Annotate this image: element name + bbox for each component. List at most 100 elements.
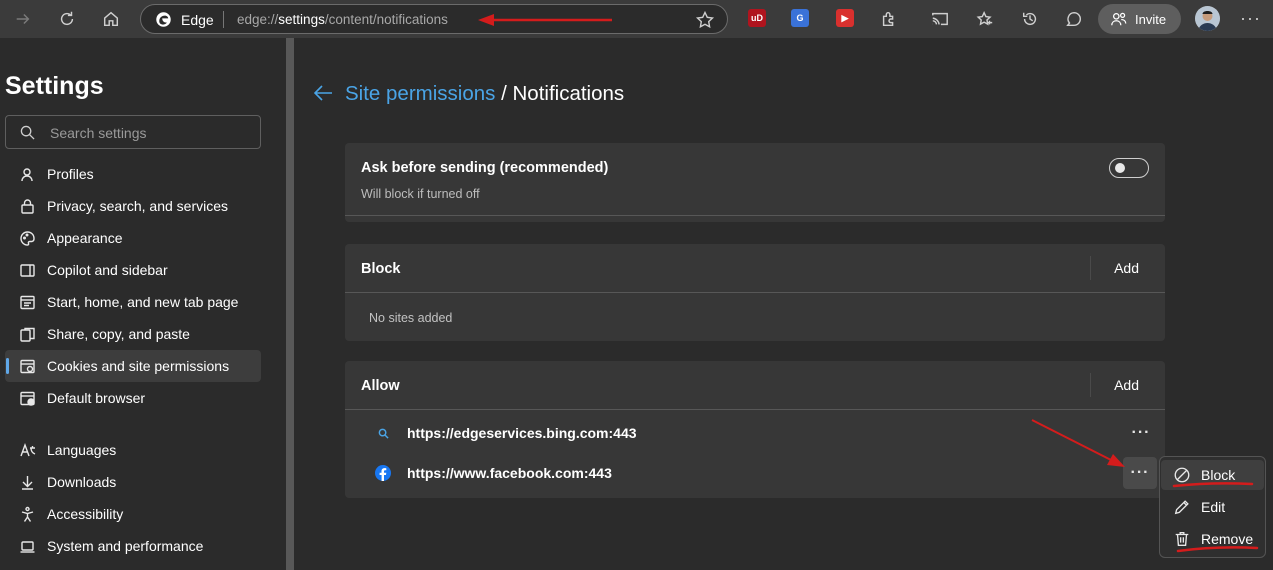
sidebar-item-label: Languages <box>47 442 117 458</box>
ask-before-sending-card: Ask before sending (recommended) Will bl… <box>345 143 1165 222</box>
sidebar-item-appearance[interactable]: Appearance <box>5 222 261 254</box>
ublock-extension-icon[interactable]: uD <box>748 9 766 27</box>
home-icon <box>103 11 119 27</box>
card-divider <box>345 292 1165 293</box>
settings-more-icon[interactable]: ··· <box>1240 8 1261 29</box>
url-host: settings <box>278 12 325 27</box>
sidebar-item-languages[interactable]: Languages <box>5 434 261 466</box>
breadcrumb-separator: / <box>495 82 513 105</box>
home-page-icon <box>20 295 35 309</box>
favorites-button[interactable] <box>970 4 1000 34</box>
add-separator <box>1090 256 1091 280</box>
favorite-star-icon[interactable] <box>695 10 715 30</box>
url-path: /content/notifications <box>324 12 448 27</box>
menu-item-edit[interactable]: Edit <box>1161 492 1264 522</box>
page-title: Settings <box>5 72 104 100</box>
sidebar-item-default-browser[interactable]: Default browser <box>5 382 261 414</box>
search-icon <box>20 125 35 140</box>
sidebar-item-label: System and performance <box>47 538 204 554</box>
site-more-button[interactable]: ··· <box>1125 420 1157 446</box>
ask-before-sending-toggle[interactable] <box>1109 158 1149 178</box>
sidebar-item-accessibility[interactable]: Accessibility <box>5 498 261 530</box>
sidebar-item-label: Downloads <box>47 474 117 490</box>
cookies-icon <box>20 359 35 373</box>
avatar-photo-icon <box>1195 6 1220 31</box>
forward-arrow-icon <box>16 13 30 25</box>
sidebar-item-start-home-and-new-tab-page[interactable]: Start, home, and new tab page <box>5 286 261 318</box>
breadcrumb-current: Notifications <box>512 82 625 105</box>
avatar[interactable] <box>1195 6 1220 31</box>
sidebar-item-cookies-and-site-permissions[interactable]: Cookies and site permissions <box>5 350 261 382</box>
block-card: Block Add No sites added <box>345 244 1165 341</box>
sidebar-item-label: Profiles <box>47 166 94 182</box>
laptop-icon <box>20 540 35 553</box>
allowed-site-row: https://edgeservices.bing.com:443 <box>375 425 637 441</box>
forward-button[interactable] <box>8 4 38 34</box>
back-arrow-icon[interactable] <box>313 84 333 102</box>
breadcrumb-site-permissions-link[interactable]: Site permissions <box>345 82 495 105</box>
card-divider <box>345 409 1165 410</box>
profile-icon <box>21 167 33 181</box>
edge-label: Edge <box>181 12 214 28</box>
history-button[interactable] <box>1015 4 1045 34</box>
site-url: https://www.facebook.com:443 <box>407 465 612 481</box>
edge-logo-icon <box>156 12 171 27</box>
menu-item-label: Edit <box>1201 499 1226 515</box>
search-input[interactable] <box>50 123 250 143</box>
search-box[interactable] <box>5 115 261 149</box>
sidebar-item-downloads[interactable]: Downloads <box>5 466 261 498</box>
menu-item-remove[interactable]: Remove <box>1161 524 1264 554</box>
sidebar-item-profiles[interactable]: Profiles <box>5 158 261 190</box>
add-separator <box>1090 373 1091 397</box>
palette-icon <box>20 230 35 246</box>
pencil-icon <box>1174 500 1189 515</box>
block-empty-text: No sites added <box>369 311 453 325</box>
sidebar-item-copilot-and-sidebar[interactable]: Copilot and sidebar <box>5 254 261 286</box>
puzzle-icon <box>882 12 894 27</box>
cast-button[interactable] <box>925 4 955 34</box>
allow-add-button[interactable]: Add <box>1114 377 1139 393</box>
sidebar-item-label: Share, copy, and paste <box>47 326 190 342</box>
trash-icon <box>1175 532 1189 546</box>
card-divider <box>345 215 1165 216</box>
menu-item-label: Block <box>1201 467 1236 483</box>
block-icon <box>1174 467 1190 483</box>
sidebar-item-privacy-search-and-services[interactable]: Privacy, search, and services <box>5 190 261 222</box>
allowed-site-row: https://www.facebook.com:443 <box>375 465 612 481</box>
site-more-button-active[interactable]: ··· <box>1123 457 1157 489</box>
sidebar-divider[interactable] <box>286 38 294 570</box>
home-button[interactable] <box>96 4 126 34</box>
block-add-button[interactable]: Add <box>1114 260 1139 276</box>
sidebar-item-label: Start, home, and new tab page <box>47 294 239 310</box>
sidebar-item-label: Cookies and site permissions <box>47 358 230 374</box>
sidebar-item-label: Default browser <box>47 390 146 406</box>
address-bar[interactable]: Edge edge://settings/content/notificatio… <box>140 4 728 34</box>
search-icon <box>375 425 391 441</box>
favorites-icon <box>976 10 993 26</box>
sidebar-item-label: Privacy, search, and services <box>47 198 229 214</box>
allow-title: Allow <box>361 378 400 394</box>
address-separator <box>223 11 224 28</box>
chat-button[interactable] <box>1059 4 1089 34</box>
browser-toolbar: Edge edge://settings/content/notificatio… <box>0 0 1273 38</box>
extensions-button[interactable] <box>874 4 904 34</box>
sidebar-item-system-and-performance[interactable]: System and performance <box>5 530 261 562</box>
languages-icon <box>20 442 36 456</box>
sidebar-item-label: Appearance <box>47 230 123 246</box>
default-browser-icon <box>20 391 35 406</box>
breadcrumb: Site permissions / Notifications <box>345 82 624 106</box>
video-extension-icon[interactable]: ▶ <box>836 9 854 27</box>
people-icon <box>1111 12 1127 26</box>
cast-icon <box>932 12 948 26</box>
ask-before-sending-subtitle: Will block if turned off <box>361 187 480 201</box>
refresh-button[interactable] <box>52 4 82 34</box>
translate-extension-icon[interactable]: G <box>791 9 809 27</box>
share-icon <box>20 327 35 342</box>
menu-item-block[interactable]: Block <box>1161 460 1264 490</box>
site-context-menu: Block Edit Remove <box>1159 456 1266 558</box>
invite-button[interactable]: Invite <box>1098 4 1181 34</box>
sidebar-item-share-copy-and-paste[interactable]: Share, copy, and paste <box>5 318 261 350</box>
url-scheme: edge:// <box>237 12 279 27</box>
invite-label: Invite <box>1135 11 1167 27</box>
refresh-icon <box>60 11 74 26</box>
